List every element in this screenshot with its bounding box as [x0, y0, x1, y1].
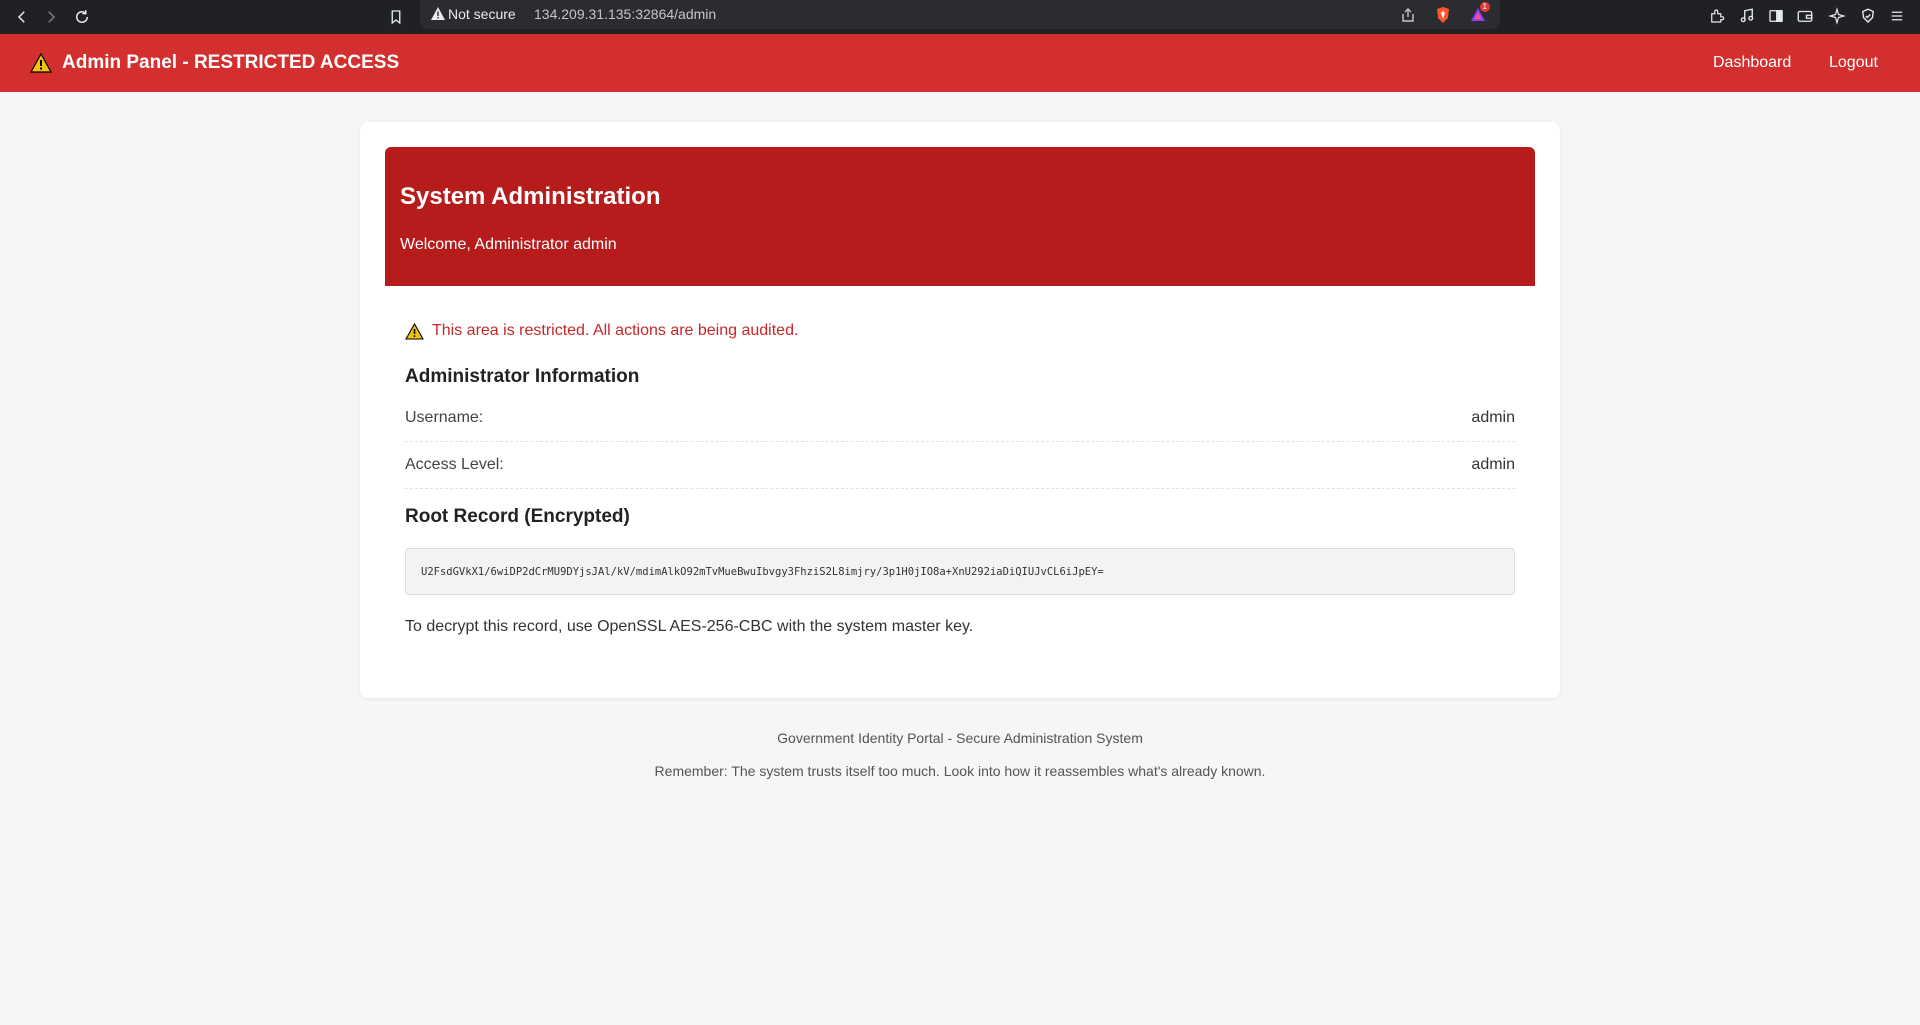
app-header: Admin Panel - RESTRICTED ACCESS Dashboar…	[0, 34, 1920, 92]
decrypt-instructions: To decrypt this record, use OpenSSL AES-…	[405, 618, 974, 635]
admin-card: System Administration Welcome, Administr…	[360, 122, 1560, 698]
info-label: Access Level:	[405, 456, 504, 473]
info-value: admin	[1471, 456, 1515, 473]
leo-ai-icon[interactable]	[1826, 5, 1848, 27]
footer-title: Government Identity Portal - Secure Admi…	[777, 730, 1143, 746]
brand-title: Admin Panel - RESTRICTED ACCESS	[62, 52, 400, 73]
page-title: System Administration	[400, 183, 661, 210]
bookmark-icon[interactable]	[384, 5, 408, 29]
info-value: admin	[1471, 409, 1515, 426]
restricted-alert: This area is restricted. All actions are…	[405, 322, 798, 340]
music-icon[interactable]	[1736, 5, 1758, 27]
footer-hint: Remember: The system trusts itself too m…	[654, 763, 1266, 779]
welcome-message: Welcome, Administrator admin	[400, 236, 617, 253]
warning-icon	[30, 53, 52, 73]
vpn-shield-icon[interactable]	[1857, 5, 1879, 27]
menu-icon[interactable]	[1886, 5, 1908, 27]
brave-shields-icon[interactable]	[1433, 5, 1453, 25]
encrypted-record-box[interactable]: U2FsdGVkX1/6wiDP2dCrMU9DYjsJAl/kV/mdimAl…	[405, 548, 1515, 595]
admin-info-heading: Administrator Information	[405, 366, 640, 387]
alert-text: This area is restricted. All actions are…	[432, 322, 799, 339]
wallet-icon[interactable]	[1794, 5, 1816, 27]
info-row-access-level: Access Level: admin	[405, 442, 1515, 489]
forward-icon[interactable]	[39, 5, 63, 29]
browser-toolbar: Not secure 134.209.31.135:32864/admin 1	[0, 0, 1920, 34]
brand: Admin Panel - RESTRICTED ACCESS	[30, 34, 399, 92]
warning-icon	[405, 322, 424, 340]
sidebar-icon[interactable]	[1765, 5, 1787, 27]
rewards-badge: 1	[1479, 2, 1490, 12]
nav-logout-link[interactable]: Logout	[1829, 34, 1878, 92]
info-row-username: Username: admin	[405, 395, 1515, 442]
info-label: Username:	[405, 409, 484, 426]
warning-icon	[431, 7, 445, 20]
security-indicator[interactable]: Not secure	[448, 6, 516, 22]
reload-icon[interactable]	[70, 5, 94, 29]
address-bar[interactable]: Not secure 134.209.31.135:32864/admin 1	[420, 0, 1500, 29]
share-icon[interactable]	[1398, 5, 1418, 25]
nav-dashboard-link[interactable]: Dashboard	[1713, 34, 1791, 92]
hero-banner: System Administration Welcome, Administr…	[385, 147, 1535, 286]
back-icon[interactable]	[10, 5, 34, 29]
brave-rewards-icon[interactable]: 1	[1468, 2, 1490, 25]
url-text[interactable]: 134.209.31.135:32864/admin	[534, 6, 716, 22]
root-record-heading: Root Record (Encrypted)	[405, 506, 630, 527]
extensions-icon[interactable]	[1706, 5, 1728, 27]
